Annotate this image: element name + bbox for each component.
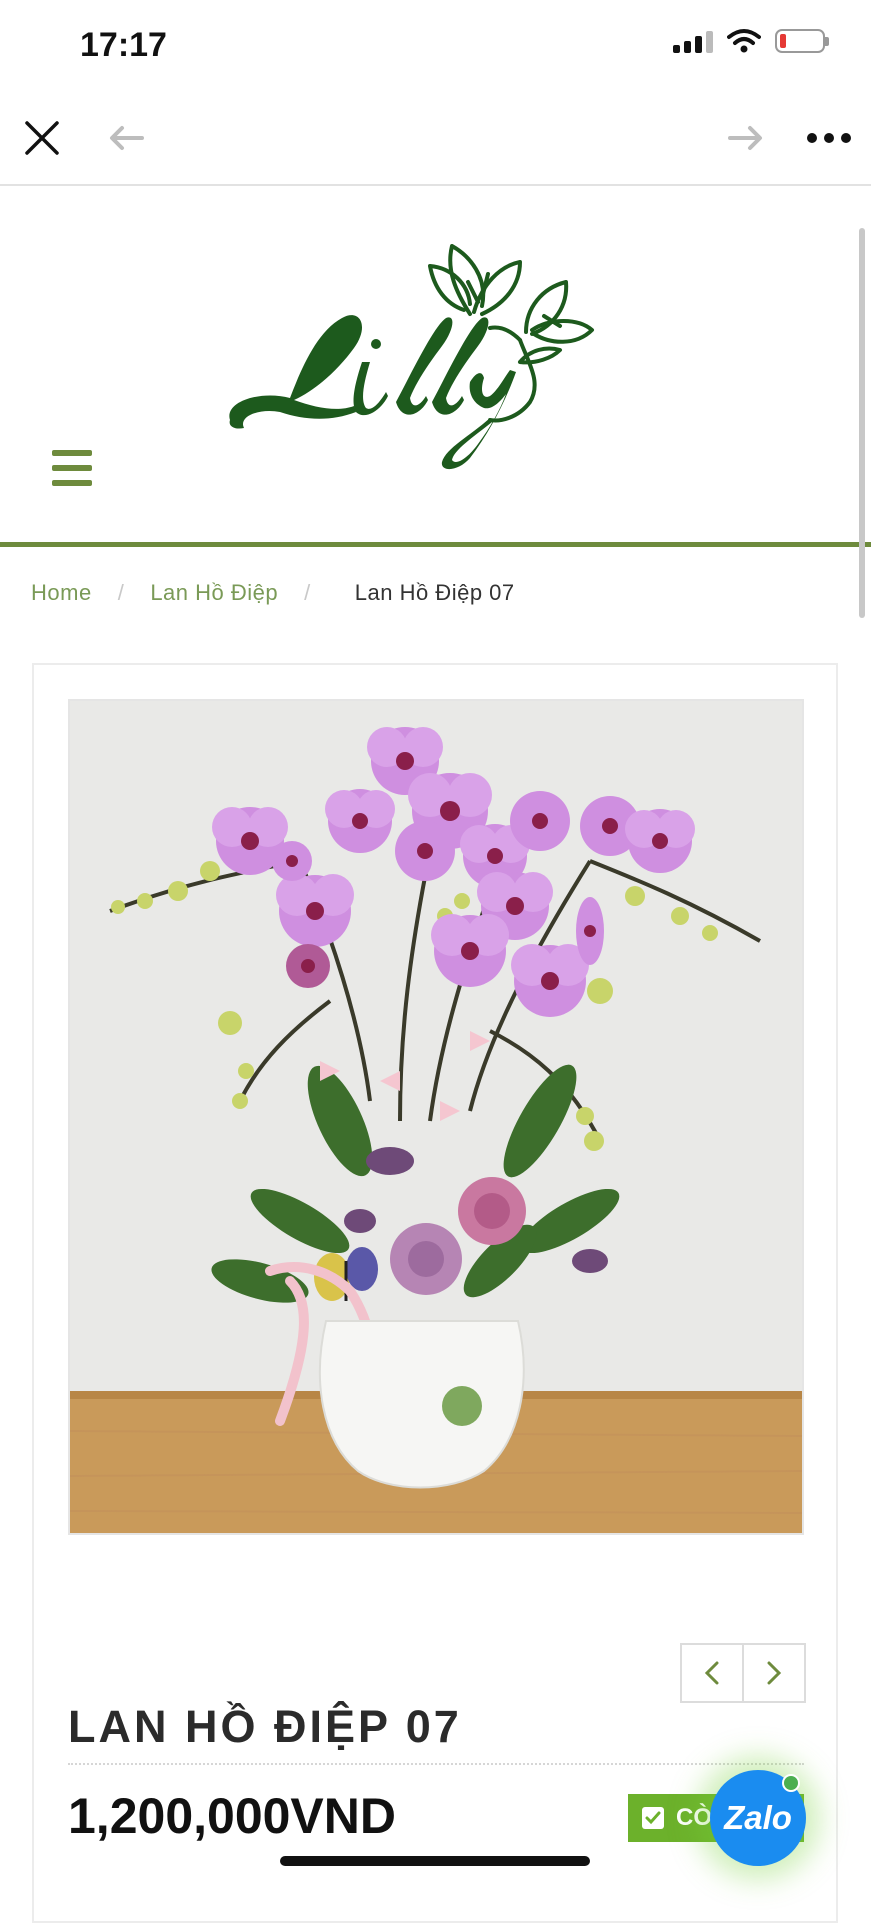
more-icon: [807, 133, 851, 143]
next-product-button[interactable]: [742, 1645, 804, 1701]
product-nav: [680, 1643, 806, 1703]
status-time: 17:17: [80, 26, 167, 64]
orchid-arrangement-image: [70, 701, 802, 1533]
product-card: LAN HỒ ĐIỆP 07 1,200,000VND CÒ: [32, 663, 838, 1923]
back-arrow-icon: [110, 126, 144, 150]
status-bar: 17:17: [0, 0, 871, 92]
chevron-right-icon: [767, 1661, 782, 1685]
online-indicator: [782, 1774, 800, 1792]
breadcrumb: Home / Lan Hồ Điệp / Lan Hồ Điệp 07: [31, 580, 515, 606]
chevron-left-icon: [704, 1661, 719, 1685]
title-divider: [68, 1763, 804, 1765]
wifi-icon: [727, 29, 761, 53]
back-button[interactable]: [106, 92, 146, 184]
breadcrumb-home[interactable]: Home: [31, 580, 92, 606]
status-icons: [673, 28, 829, 54]
stock-label: CÒ: [676, 1804, 712, 1831]
prev-product-button[interactable]: [682, 1645, 742, 1701]
breadcrumb-separator: /: [117, 580, 125, 605]
page-scrollbar[interactable]: [859, 228, 865, 618]
home-indicator[interactable]: [280, 1856, 590, 1866]
breadcrumb-current: Lan Hồ Điệp 07: [354, 580, 515, 605]
product-price: 1,200,000VND: [68, 1788, 397, 1844]
signal-icon: [673, 29, 713, 53]
check-icon: [642, 1807, 664, 1829]
site-header: [0, 186, 871, 547]
battery-low-icon: [775, 29, 829, 53]
zalo-chat-button[interactable]: Zalo: [710, 1770, 806, 1866]
breadcrumb-category[interactable]: Lan Hồ Điệp: [150, 580, 278, 606]
breadcrumb-separator: /: [304, 580, 311, 605]
forward-arrow-icon: [728, 126, 762, 150]
close-icon: [25, 121, 59, 155]
close-button[interactable]: [20, 92, 64, 184]
hamburger-menu-icon[interactable]: [52, 450, 92, 486]
product-title: LAN HỒ ĐIỆP 07: [68, 1701, 462, 1752]
header-divider: [0, 542, 871, 547]
product-image[interactable]: [68, 699, 804, 1535]
browser-toolbar: [0, 92, 871, 186]
lilly-logo[interactable]: [220, 222, 640, 472]
zalo-label: Zalo: [724, 1799, 792, 1836]
more-button[interactable]: [804, 92, 854, 184]
forward-button[interactable]: [726, 92, 766, 184]
